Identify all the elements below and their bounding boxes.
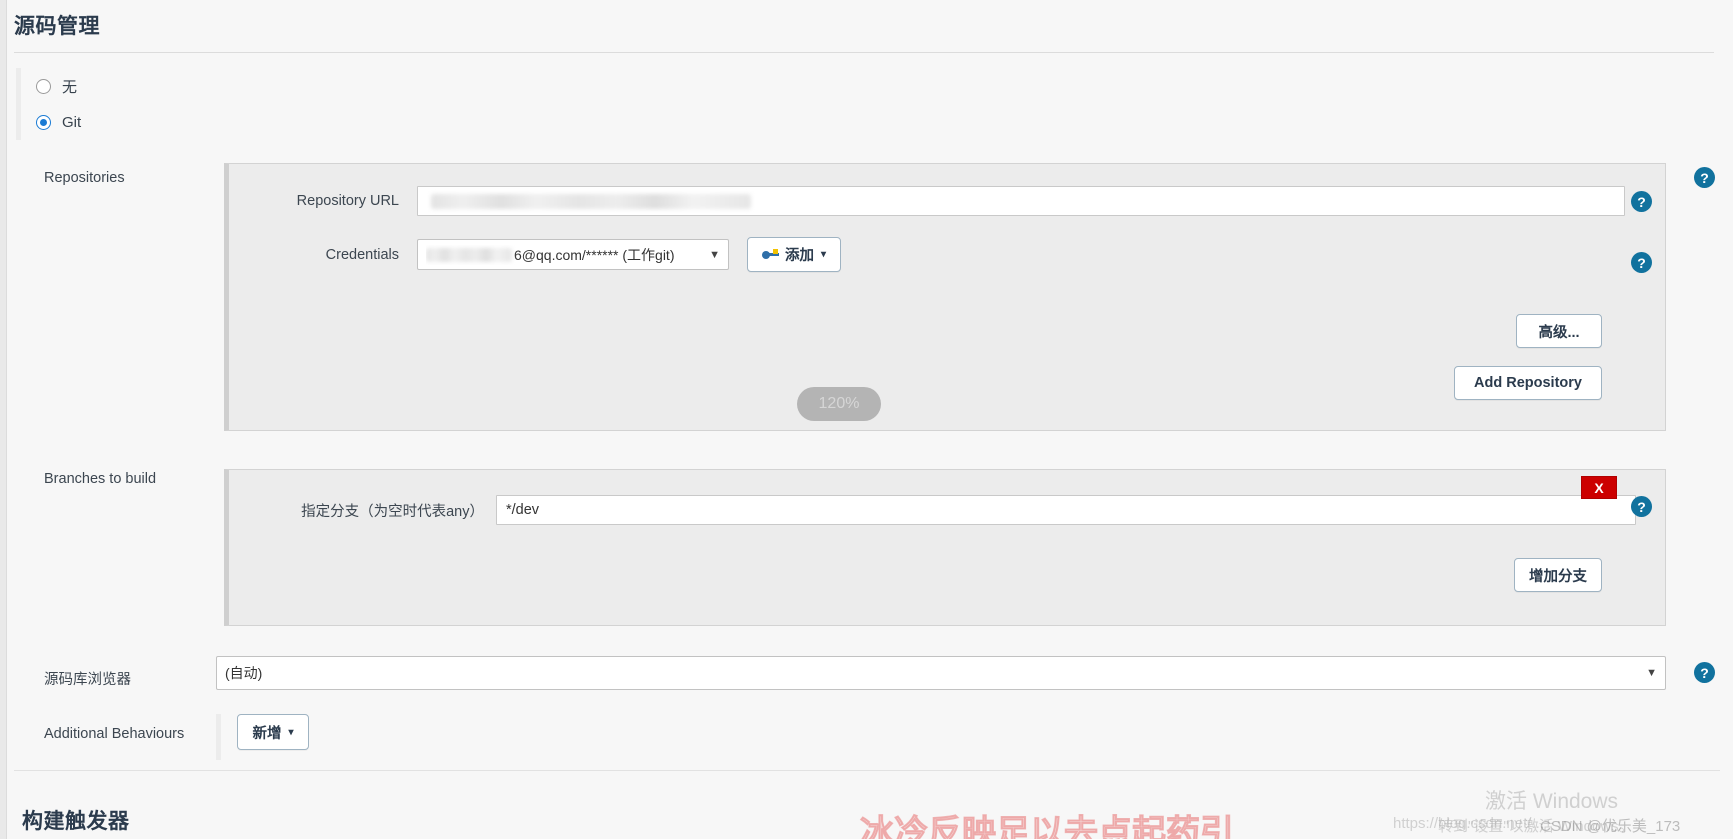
advanced-button-wrap: 高级... (1516, 314, 1602, 348)
section-bottom-divider (14, 770, 1720, 771)
pink-watermark-text: 冰冷反映足以去点起药引 (860, 813, 1235, 839)
credentials-select[interactable]: 6@qq.com/****** (工作git) ▼ (417, 239, 729, 270)
add-behaviour-label: 新增 (252, 725, 282, 742)
additional-behaviours-label: Additional Behaviours (44, 726, 185, 742)
zoom-level-indicator: 120% (797, 387, 881, 421)
additional-behaviours-label-wrap: Additional Behaviours (44, 723, 184, 742)
section-header: 源码管理 (14, 10, 1720, 53)
header-divider (14, 52, 1714, 53)
repositories-panel: Repository URL Credentials 6@qq.com/****… (224, 163, 1666, 431)
branches-label-wrap: Branches to build (44, 468, 156, 487)
repository-browser-label: 源码库浏览器 (44, 672, 131, 688)
advanced-button-label: 高级... (1538, 324, 1580, 341)
chevron-down-icon: ▼ (709, 248, 720, 261)
repository-url-label: Repository URL (296, 193, 399, 209)
left-accent-rail (0, 0, 7, 839)
add-branch-label: 增加分支 (1529, 568, 1587, 585)
add-behaviour-button[interactable]: 新增 ▾ (237, 714, 309, 750)
add-branch-button-wrap: 增加分支 (1514, 558, 1602, 592)
key-icon (762, 248, 779, 261)
add-branch-button[interactable]: 增加分支 (1514, 558, 1602, 592)
next-section-header: 构建触发器 (22, 805, 130, 835)
branch-specifier-label: 指定分支（为空时代表any） (301, 503, 484, 520)
credentials-row: Credentials 6@qq.com/****** (工作git) ▼ 添加… (269, 237, 842, 272)
radio-option-none[interactable]: 无 (36, 68, 1718, 104)
add-repository-button-wrap: Add Repository (1454, 366, 1602, 400)
help-icon-branch-specifier[interactable]: ? (1631, 496, 1652, 517)
repository-browser-select[interactable]: (自动) ▼ (216, 656, 1666, 690)
chevron-down-icon: ▼ (1646, 667, 1657, 679)
repositories-label: Repositories (44, 170, 125, 186)
radio-none-icon[interactable] (36, 78, 51, 94)
add-repository-label: Add Repository (1474, 375, 1582, 391)
build-triggers-title: 构建触发器 (22, 810, 130, 833)
branch-specifier-input[interactable] (496, 495, 1636, 525)
radio-none-label: 无 (62, 78, 78, 96)
repository-url-redaction (431, 194, 751, 209)
repository-browser-label-wrap: 源码库浏览器 (44, 665, 131, 689)
branch-specifier-row: 指定分支（为空时代表any） (269, 495, 1639, 525)
help-icon-repositories[interactable]: ? (1694, 167, 1715, 188)
additional-behaviours-wrap: 新增 ▾ (216, 714, 309, 760)
chevron-down-icon: ▾ (821, 249, 827, 260)
credentials-label: Credentials (325, 246, 399, 263)
radio-git-label: Git (62, 113, 82, 131)
scm-configuration-page: 源码管理 无 Git Repositories Repository URL C… (0, 0, 1733, 839)
repositories-label-wrap: Repositories (44, 167, 125, 186)
repository-url-row: Repository URL (269, 186, 1639, 216)
branches-to-build-label: Branches to build (44, 471, 157, 487)
help-icon-credentials[interactable]: ? (1631, 252, 1652, 273)
add-repository-button[interactable]: Add Repository (1454, 366, 1602, 400)
add-credentials-label: 添加 (785, 248, 814, 264)
radio-option-git[interactable]: Git (36, 104, 1718, 140)
windows-activation-title: 激活 Windows (1485, 790, 1619, 813)
chevron-down-icon: ▾ (288, 726, 294, 738)
csdn-url-watermark: https://blog.csdn.net/... (1393, 815, 1544, 832)
help-icon-repository-browser[interactable]: ? (1694, 662, 1715, 683)
radio-git-icon[interactable] (36, 114, 51, 130)
help-icon-repository-url[interactable]: ? (1631, 191, 1652, 212)
csdn-handle-watermark: CSDN @优乐美_173 (1540, 818, 1681, 835)
repository-browser-value: (自动) (225, 665, 263, 681)
scm-radio-group: 无 Git (16, 68, 1718, 140)
page-title: 源码管理 (14, 15, 100, 38)
add-credentials-button[interactable]: 添加 ▾ (747, 237, 842, 272)
credentials-value: 6@qq.com/****** (工作git) (514, 246, 675, 263)
branches-panel: 指定分支（为空时代表any） 增加分支 (224, 469, 1666, 626)
delete-branch-button[interactable]: X (1581, 476, 1617, 499)
advanced-button[interactable]: 高级... (1516, 314, 1602, 348)
credentials-redaction (426, 247, 512, 262)
